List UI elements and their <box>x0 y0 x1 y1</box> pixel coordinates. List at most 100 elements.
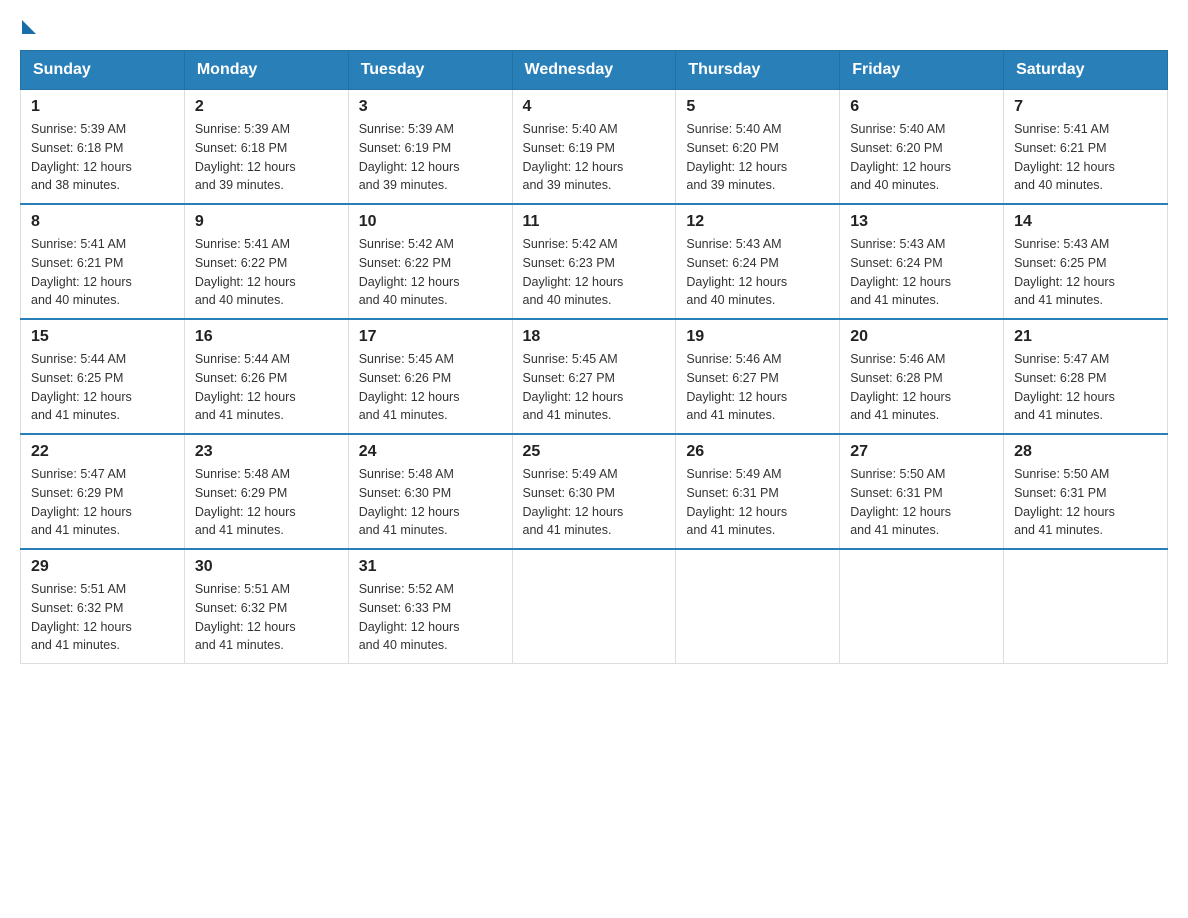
sunrise-text: Sunrise: 5:46 AM <box>686 352 781 366</box>
daylight-minutes: and 41 minutes. <box>1014 408 1103 422</box>
day-info: Sunrise: 5:42 AM Sunset: 6:22 PM Dayligh… <box>359 235 502 310</box>
page-header <box>20 20 1168 30</box>
daylight-text: Daylight: 12 hours <box>359 160 460 174</box>
day-cell: 15 Sunrise: 5:44 AM Sunset: 6:25 PM Dayl… <box>21 319 185 434</box>
daylight-text: Daylight: 12 hours <box>195 275 296 289</box>
daylight-minutes: and 41 minutes. <box>31 408 120 422</box>
daylight-text: Daylight: 12 hours <box>850 505 951 519</box>
day-number: 2 <box>195 98 338 116</box>
sunrise-text: Sunrise: 5:43 AM <box>686 237 781 251</box>
day-info: Sunrise: 5:51 AM Sunset: 6:32 PM Dayligh… <box>195 580 338 655</box>
sunset-text: Sunset: 6:32 PM <box>31 601 123 615</box>
day-cell: 16 Sunrise: 5:44 AM Sunset: 6:26 PM Dayl… <box>184 319 348 434</box>
day-info: Sunrise: 5:45 AM Sunset: 6:26 PM Dayligh… <box>359 350 502 425</box>
sunset-text: Sunset: 6:19 PM <box>359 141 451 155</box>
daylight-minutes: and 40 minutes. <box>359 638 448 652</box>
daylight-text: Daylight: 12 hours <box>359 620 460 634</box>
day-cell: 31 Sunrise: 5:52 AM Sunset: 6:33 PM Dayl… <box>348 549 512 664</box>
daylight-minutes: and 38 minutes. <box>31 178 120 192</box>
day-cell: 5 Sunrise: 5:40 AM Sunset: 6:20 PM Dayli… <box>676 90 840 205</box>
sunrise-text: Sunrise: 5:40 AM <box>686 122 781 136</box>
sunset-text: Sunset: 6:18 PM <box>195 141 287 155</box>
sunrise-text: Sunrise: 5:47 AM <box>1014 352 1109 366</box>
daylight-minutes: and 41 minutes. <box>686 408 775 422</box>
sunset-text: Sunset: 6:32 PM <box>195 601 287 615</box>
sunrise-text: Sunrise: 5:43 AM <box>850 237 945 251</box>
day-cell: 2 Sunrise: 5:39 AM Sunset: 6:18 PM Dayli… <box>184 90 348 205</box>
sunset-text: Sunset: 6:31 PM <box>1014 486 1106 500</box>
day-number: 14 <box>1014 213 1157 231</box>
daylight-minutes: and 41 minutes. <box>1014 523 1103 537</box>
day-info: Sunrise: 5:43 AM Sunset: 6:24 PM Dayligh… <box>850 235 993 310</box>
day-info: Sunrise: 5:40 AM Sunset: 6:20 PM Dayligh… <box>850 120 993 195</box>
day-info: Sunrise: 5:48 AM Sunset: 6:29 PM Dayligh… <box>195 465 338 540</box>
day-number: 8 <box>31 213 174 231</box>
sunset-text: Sunset: 6:25 PM <box>31 371 123 385</box>
day-number: 27 <box>850 443 993 461</box>
daylight-minutes: and 40 minutes. <box>359 293 448 307</box>
day-number: 16 <box>195 328 338 346</box>
day-cell: 21 Sunrise: 5:47 AM Sunset: 6:28 PM Dayl… <box>1004 319 1168 434</box>
day-info: Sunrise: 5:46 AM Sunset: 6:28 PM Dayligh… <box>850 350 993 425</box>
day-cell: 22 Sunrise: 5:47 AM Sunset: 6:29 PM Dayl… <box>21 434 185 549</box>
sunrise-text: Sunrise: 5:42 AM <box>523 237 618 251</box>
day-number: 17 <box>359 328 502 346</box>
sunset-text: Sunset: 6:28 PM <box>850 371 942 385</box>
day-number: 9 <box>195 213 338 231</box>
day-cell: 12 Sunrise: 5:43 AM Sunset: 6:24 PM Dayl… <box>676 204 840 319</box>
days-header-row: SundayMondayTuesdayWednesdayThursdayFrid… <box>21 51 1168 90</box>
sunrise-text: Sunrise: 5:41 AM <box>31 237 126 251</box>
day-info: Sunrise: 5:48 AM Sunset: 6:30 PM Dayligh… <box>359 465 502 540</box>
sunrise-text: Sunrise: 5:41 AM <box>195 237 290 251</box>
sunrise-text: Sunrise: 5:51 AM <box>195 582 290 596</box>
sunrise-text: Sunrise: 5:48 AM <box>195 467 290 481</box>
daylight-minutes: and 39 minutes. <box>195 178 284 192</box>
day-number: 10 <box>359 213 502 231</box>
sunrise-text: Sunrise: 5:44 AM <box>31 352 126 366</box>
day-info: Sunrise: 5:39 AM Sunset: 6:18 PM Dayligh… <box>31 120 174 195</box>
daylight-text: Daylight: 12 hours <box>31 505 132 519</box>
day-cell: 11 Sunrise: 5:42 AM Sunset: 6:23 PM Dayl… <box>512 204 676 319</box>
sunset-text: Sunset: 6:27 PM <box>686 371 778 385</box>
week-row-1: 1 Sunrise: 5:39 AM Sunset: 6:18 PM Dayli… <box>21 90 1168 205</box>
day-info: Sunrise: 5:44 AM Sunset: 6:25 PM Dayligh… <box>31 350 174 425</box>
day-cell: 9 Sunrise: 5:41 AM Sunset: 6:22 PM Dayli… <box>184 204 348 319</box>
day-header-thursday: Thursday <box>676 51 840 90</box>
daylight-text: Daylight: 12 hours <box>686 390 787 404</box>
day-number: 5 <box>686 98 829 116</box>
day-number: 4 <box>523 98 666 116</box>
daylight-minutes: and 41 minutes. <box>850 523 939 537</box>
daylight-text: Daylight: 12 hours <box>31 275 132 289</box>
day-info: Sunrise: 5:44 AM Sunset: 6:26 PM Dayligh… <box>195 350 338 425</box>
daylight-minutes: and 40 minutes. <box>1014 178 1103 192</box>
daylight-text: Daylight: 12 hours <box>850 390 951 404</box>
day-number: 22 <box>31 443 174 461</box>
sunset-text: Sunset: 6:18 PM <box>31 141 123 155</box>
sunrise-text: Sunrise: 5:49 AM <box>686 467 781 481</box>
day-number: 29 <box>31 558 174 576</box>
day-info: Sunrise: 5:43 AM Sunset: 6:25 PM Dayligh… <box>1014 235 1157 310</box>
sunrise-text: Sunrise: 5:43 AM <box>1014 237 1109 251</box>
day-number: 20 <box>850 328 993 346</box>
daylight-text: Daylight: 12 hours <box>1014 275 1115 289</box>
daylight-text: Daylight: 12 hours <box>686 505 787 519</box>
day-info: Sunrise: 5:49 AM Sunset: 6:30 PM Dayligh… <box>523 465 666 540</box>
day-number: 3 <box>359 98 502 116</box>
day-info: Sunrise: 5:42 AM Sunset: 6:23 PM Dayligh… <box>523 235 666 310</box>
sunset-text: Sunset: 6:29 PM <box>31 486 123 500</box>
day-cell: 1 Sunrise: 5:39 AM Sunset: 6:18 PM Dayli… <box>21 90 185 205</box>
daylight-minutes: and 41 minutes. <box>850 293 939 307</box>
daylight-text: Daylight: 12 hours <box>195 620 296 634</box>
day-header-sunday: Sunday <box>21 51 185 90</box>
day-cell: 19 Sunrise: 5:46 AM Sunset: 6:27 PM Dayl… <box>676 319 840 434</box>
day-info: Sunrise: 5:46 AM Sunset: 6:27 PM Dayligh… <box>686 350 829 425</box>
sunset-text: Sunset: 6:20 PM <box>686 141 778 155</box>
daylight-text: Daylight: 12 hours <box>359 505 460 519</box>
day-cell <box>512 549 676 664</box>
daylight-minutes: and 41 minutes. <box>359 523 448 537</box>
daylight-minutes: and 41 minutes. <box>31 638 120 652</box>
daylight-text: Daylight: 12 hours <box>686 160 787 174</box>
day-cell: 3 Sunrise: 5:39 AM Sunset: 6:19 PM Dayli… <box>348 90 512 205</box>
sunrise-text: Sunrise: 5:51 AM <box>31 582 126 596</box>
day-info: Sunrise: 5:40 AM Sunset: 6:19 PM Dayligh… <box>523 120 666 195</box>
